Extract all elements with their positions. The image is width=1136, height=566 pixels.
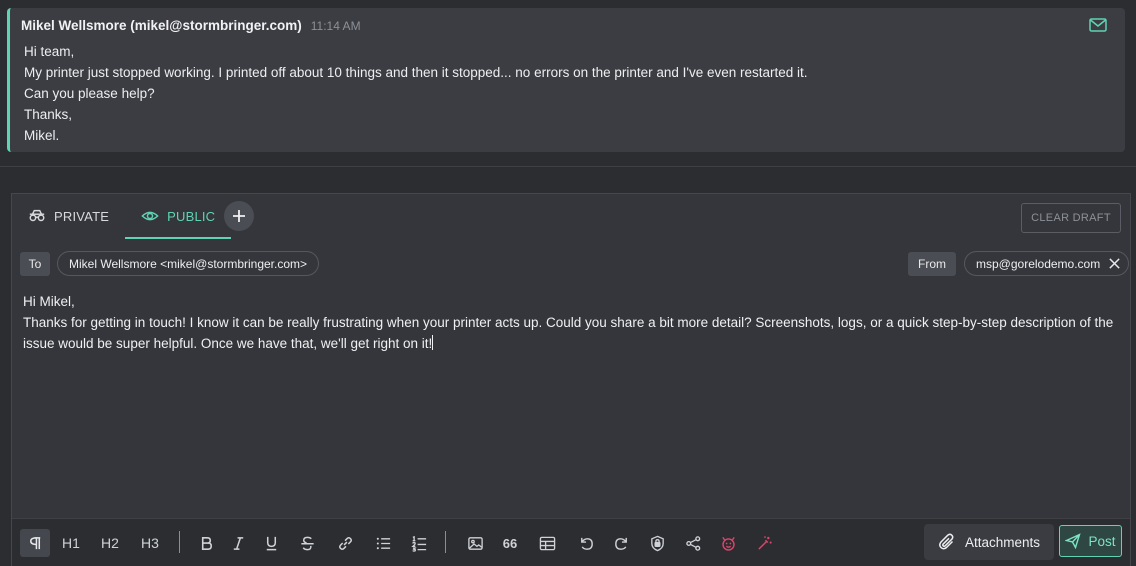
attachments-button[interactable]: Attachments bbox=[924, 524, 1054, 560]
italic-button[interactable] bbox=[227, 529, 249, 557]
insert-image-button[interactable] bbox=[464, 529, 486, 557]
robot-face-icon bbox=[721, 536, 735, 551]
from-sender-chip[interactable]: msp@gorelodemo.com bbox=[964, 251, 1130, 276]
bold-button[interactable] bbox=[195, 529, 217, 557]
section-divider bbox=[0, 166, 1136, 167]
reply-editor[interactable]: Hi Mikel, Thanks for getting in touch! I… bbox=[23, 291, 1123, 354]
message-line: Can you please help? bbox=[24, 86, 155, 101]
bullet-list-button[interactable] bbox=[372, 529, 394, 557]
to-recipient-chip[interactable]: Mikel Wellsmore <mikel@stormbringer.com> bbox=[57, 251, 320, 276]
redo-button[interactable] bbox=[610, 529, 632, 557]
eye-icon bbox=[141, 211, 159, 221]
reply-composer: PRIVATE PUBLIC CLEAR DRAFT To Mikel Well… bbox=[11, 193, 1131, 566]
to-label: To bbox=[20, 252, 50, 276]
message-line: Mikel. bbox=[24, 128, 60, 143]
image-icon bbox=[467, 536, 483, 550]
link-button[interactable] bbox=[333, 529, 357, 557]
message-header: Mikel Wellsmore (mikel@stormbringer.com)… bbox=[21, 18, 361, 33]
ordered-list-button[interactable] bbox=[408, 529, 430, 557]
paperclip-icon bbox=[938, 533, 954, 550]
heading-3-button[interactable]: H3 bbox=[137, 529, 163, 557]
attachments-label: Attachments bbox=[964, 534, 1041, 550]
magic-wand-button[interactable] bbox=[753, 529, 775, 557]
tab-private-label: PRIVATE bbox=[54, 208, 110, 224]
toolbar-separator bbox=[179, 531, 180, 553]
underline-button[interactable] bbox=[260, 529, 282, 557]
message-line: Hi team, bbox=[24, 44, 75, 59]
redo-icon bbox=[614, 537, 627, 550]
text-caret bbox=[432, 335, 434, 350]
undo-button[interactable] bbox=[575, 529, 597, 557]
add-tab-button[interactable] bbox=[224, 201, 254, 231]
heading-1-button[interactable]: H1 bbox=[58, 529, 84, 557]
address-row: To Mikel Wellsmore <mikel@stormbringer.c… bbox=[20, 251, 1130, 277]
reply-text: Thanks for getting in touch! I know it c… bbox=[23, 315, 1114, 351]
message-time: 11:14 AM bbox=[310, 19, 361, 33]
link-icon bbox=[338, 536, 352, 550]
table-icon bbox=[539, 536, 555, 550]
magic-wand-icon bbox=[757, 535, 772, 550]
post-button[interactable]: Post bbox=[1059, 525, 1122, 557]
shield-lock-icon bbox=[650, 535, 664, 551]
message-body: Hi team, My printer just stopped working… bbox=[24, 41, 808, 146]
composer-tabs: PRIVATE PUBLIC bbox=[12, 194, 232, 239]
underline-icon bbox=[266, 536, 276, 550]
plus-icon bbox=[233, 210, 245, 222]
strikethrough-icon bbox=[300, 536, 314, 550]
tab-private[interactable]: PRIVATE bbox=[12, 194, 125, 238]
quote-icon: 66 bbox=[502, 535, 518, 551]
share-button[interactable] bbox=[682, 529, 704, 557]
bold-icon bbox=[201, 536, 212, 550]
incognito-icon bbox=[29, 209, 45, 222]
bullet-list-icon bbox=[376, 537, 390, 549]
reply-text-wrap: Thanks for getting in touch! I know it c… bbox=[23, 312, 1123, 354]
mail-icon[interactable] bbox=[1089, 17, 1107, 33]
send-icon bbox=[1065, 533, 1082, 549]
paragraph-button[interactable] bbox=[20, 529, 50, 557]
heading-2-button[interactable]: H2 bbox=[97, 529, 123, 557]
italic-icon bbox=[233, 536, 243, 550]
pilcrow-icon bbox=[29, 536, 40, 549]
ai-assist-button[interactable] bbox=[717, 529, 739, 557]
message-line: Thanks, bbox=[24, 107, 73, 122]
quote-button[interactable]: 66 bbox=[498, 529, 522, 557]
clear-draft-button[interactable]: CLEAR DRAFT bbox=[1021, 203, 1121, 233]
toolbar-separator bbox=[445, 531, 446, 553]
share-icon bbox=[685, 535, 700, 551]
message-line: My printer just stopped working. I print… bbox=[24, 65, 808, 80]
from-label: From bbox=[908, 252, 956, 276]
from-sender-value: msp@gorelodemo.com bbox=[976, 256, 1101, 271]
formatting-toolbar: H1 H2 H3 66 Attachments Post bbox=[12, 518, 1130, 566]
tab-public-label: PUBLIC bbox=[167, 208, 216, 224]
message-sender: Mikel Wellsmore (mikel@stormbringer.com) bbox=[21, 18, 302, 33]
reply-greeting: Hi Mikel, bbox=[23, 294, 75, 309]
post-label: Post bbox=[1088, 533, 1116, 549]
strikethrough-button[interactable] bbox=[296, 529, 318, 557]
message-card: Mikel Wellsmore (mikel@stormbringer.com)… bbox=[7, 8, 1125, 152]
secure-button[interactable] bbox=[646, 529, 668, 557]
undo-icon bbox=[580, 537, 593, 550]
ordered-list-icon bbox=[410, 535, 426, 552]
tab-public[interactable]: PUBLIC bbox=[125, 194, 232, 239]
insert-table-button[interactable] bbox=[535, 529, 559, 557]
close-icon[interactable] bbox=[1108, 257, 1121, 270]
